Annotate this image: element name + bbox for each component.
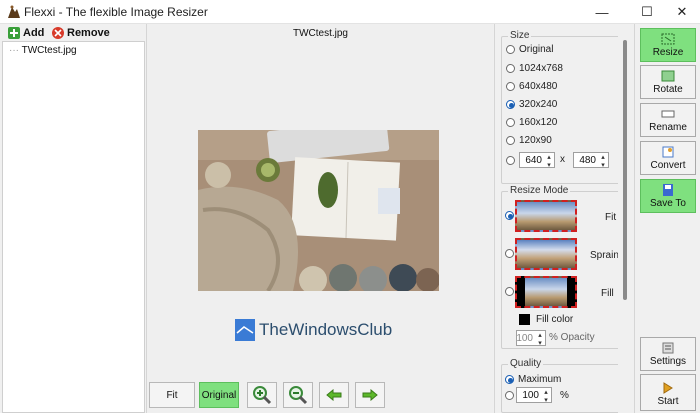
size-original-label: Original	[519, 44, 554, 55]
windows-club-logo-icon	[235, 319, 255, 341]
arrow-right-icon	[362, 389, 378, 401]
size-1024x768-label: 1024x768	[519, 63, 563, 74]
arrow-left-icon	[326, 389, 342, 401]
preview-filename: TWCtest.jpg	[292, 28, 348, 39]
mode-fill-radio[interactable]	[505, 287, 514, 296]
size-original-radio[interactable]	[506, 45, 515, 54]
mode-sprain-radio[interactable]	[505, 249, 514, 258]
save-to-button[interactable]: Save To	[640, 179, 696, 213]
rename-button[interactable]: Rename	[640, 103, 696, 137]
resize-mode-group-title: Resize Mode	[508, 185, 571, 196]
convert-label: Convert	[650, 160, 686, 171]
mode-sprain-label: Sprain	[590, 250, 619, 261]
options-panel: Size Original 1024x768 640x480 320x240 1…	[494, 24, 634, 413]
previous-button[interactable]	[319, 382, 349, 408]
list-item[interactable]: ··· TWCtest.jpg	[9, 45, 77, 56]
start-icon	[663, 382, 673, 394]
zoom-out-button[interactable]	[283, 382, 313, 408]
mode-fill-label: Fill	[601, 288, 614, 299]
settings-icon	[662, 342, 674, 354]
zoom-in-icon	[253, 386, 272, 405]
convert-button[interactable]: Convert	[640, 141, 696, 175]
mode-fill-thumbnail[interactable]	[515, 276, 577, 308]
settings-button[interactable]: Settings	[640, 337, 696, 371]
watermark: TheWindowsClub	[235, 317, 435, 343]
save-to-label: Save To	[650, 198, 686, 209]
quality-unit-label: %	[560, 390, 569, 401]
quality-input[interactable]: 100	[516, 387, 552, 404]
opacity-input[interactable]: 100	[516, 330, 546, 347]
close-button[interactable]: ✕	[660, 0, 700, 24]
settings-label: Settings	[649, 356, 687, 367]
file-name: TWCtest.jpg	[21, 45, 77, 56]
mode-fit-thumbnail[interactable]	[515, 200, 577, 232]
custom-height-input[interactable]: 480	[573, 152, 609, 169]
original-button[interactable]: Original	[199, 382, 239, 408]
remove-label: Remove	[67, 27, 110, 39]
size-640x480-radio[interactable]	[506, 82, 515, 91]
file-list[interactable]: ··· TWCtest.jpg	[2, 41, 145, 413]
rename-icon	[661, 110, 675, 118]
mode-fit-radio[interactable]	[505, 211, 514, 220]
add-button[interactable]: Add	[8, 26, 44, 40]
size-120x90-radio[interactable]	[506, 136, 515, 145]
mode-sprain-thumbnail[interactable]	[515, 238, 577, 270]
remove-icon	[52, 27, 64, 39]
scrollbar-thumb[interactable]	[623, 40, 627, 300]
rotate-button[interactable]: Rotate	[640, 65, 696, 99]
quality-custom-radio[interactable]	[505, 391, 514, 400]
plus-icon	[8, 27, 20, 39]
fill-color-swatch[interactable]	[519, 314, 530, 325]
next-button[interactable]	[355, 382, 385, 408]
size-320x240-radio[interactable]	[506, 100, 515, 109]
rotate-icon	[661, 70, 675, 82]
size-120x90-label: 120x90	[519, 135, 552, 146]
fit-button[interactable]: Fit	[149, 382, 195, 408]
zoom-out-icon	[289, 386, 308, 405]
size-group-title: Size	[508, 30, 532, 41]
size-320x240-label: 320x240	[519, 99, 558, 110]
quality-group-title: Quality	[508, 358, 544, 369]
resize-label: Resize	[652, 47, 684, 58]
start-label: Start	[657, 396, 679, 407]
tree-connector: ···	[9, 45, 19, 56]
custom-x-label: x	[560, 154, 565, 165]
minimize-button[interactable]: —	[580, 0, 624, 24]
size-160x120-label: 160x120	[519, 117, 558, 128]
window-title: Flexxi - The flexible Image Resizer	[24, 5, 208, 19]
zoom-in-button[interactable]	[247, 382, 277, 408]
watermark-text: TheWindowsClub	[259, 320, 393, 339]
rotate-label: Rotate	[653, 84, 683, 95]
custom-width-input[interactable]: 640	[519, 152, 555, 169]
rename-label: Rename	[649, 122, 687, 133]
quality-maximum-label: Maximum	[518, 374, 562, 385]
save-icon	[663, 184, 673, 196]
start-button[interactable]: Start	[640, 374, 696, 411]
opacity-label: % Opacity	[549, 332, 595, 343]
size-160x120-radio[interactable]	[506, 118, 515, 127]
size-640x480-label: 640x480	[519, 81, 558, 92]
mode-fit-label: Fit	[605, 212, 617, 223]
convert-icon	[662, 146, 674, 158]
preview-image	[198, 130, 439, 291]
resize-icon	[661, 33, 675, 45]
remove-button[interactable]: Remove	[52, 26, 110, 40]
add-label: Add	[23, 27, 45, 39]
quality-maximum-radio[interactable]	[505, 375, 514, 384]
size-1024x768-radio[interactable]	[506, 64, 515, 73]
resize-button[interactable]: Resize	[640, 28, 696, 62]
size-custom-radio[interactable]	[506, 156, 515, 165]
preview-panel: TWCtest.jpg TheWindowsClub Fit Original	[146, 24, 493, 413]
app-logo-icon	[6, 4, 22, 20]
fill-color-label: Fill color	[536, 314, 574, 325]
